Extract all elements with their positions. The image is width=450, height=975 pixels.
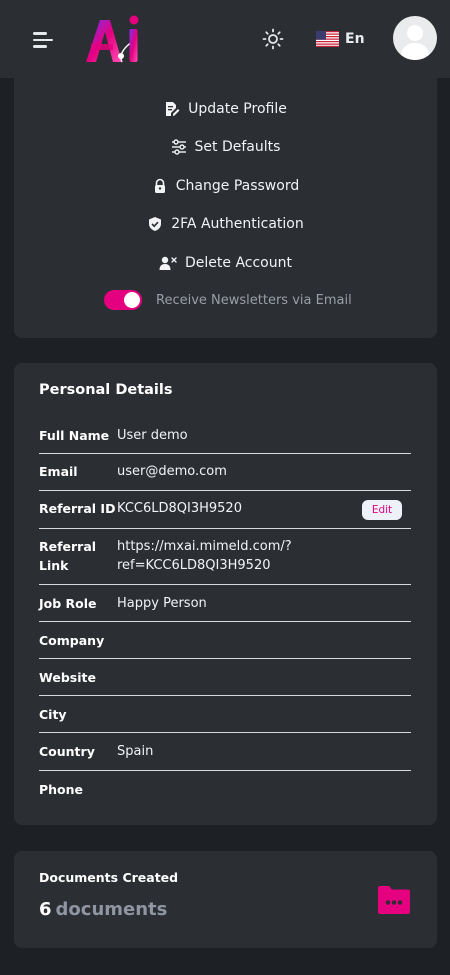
- 2fa-authentication-label: 2FA Authentication: [171, 216, 304, 232]
- row-label: Website: [39, 670, 96, 685]
- row-value: Spain: [117, 744, 154, 759]
- row-value: KCC6LD8QI3H9520: [117, 501, 242, 516]
- newsletter-label: Receive Newsletters via Email: [156, 292, 352, 308]
- update-profile-button[interactable]: Update Profile: [14, 97, 437, 121]
- detail-row-country: Country Spain: [39, 733, 411, 771]
- detail-row-full-name: Full Name User demo: [39, 420, 411, 454]
- delete-account-label: Delete Account: [185, 255, 292, 271]
- detail-row-job-role: Job Role Happy Person: [39, 585, 411, 622]
- account-menu-card: Update Profile Set Defaults Change Passw…: [14, 78, 437, 338]
- app-logo[interactable]: [82, 14, 142, 66]
- referral-link-value[interactable]: https://mxai.mimeld.com/?: [117, 537, 292, 556]
- edit-referral-button[interactable]: Edit: [362, 500, 402, 520]
- row-label: Full Name: [39, 428, 110, 443]
- personal-details-card: Personal Details Full Name User demo Ema…: [14, 363, 437, 825]
- row-value: User demo: [117, 428, 188, 443]
- lock-icon: [154, 178, 165, 193]
- row-label: Referral ID: [39, 501, 116, 516]
- detail-row-website: Website: [39, 659, 411, 696]
- row-label: Email: [39, 464, 78, 479]
- set-defaults-label: Set Defaults: [194, 139, 281, 155]
- user-avatar-icon[interactable]: [393, 16, 437, 60]
- row-label: Company: [39, 633, 105, 648]
- newsletter-toggle[interactable]: [104, 290, 142, 310]
- documents-count: 6 documents: [39, 899, 167, 920]
- detail-row-city: City: [39, 696, 411, 733]
- documents-count-unit: documents: [55, 899, 168, 920]
- detail-row-referral-id: Referral ID KCC6LD8QI3H9520 Edit: [39, 491, 411, 529]
- folder-icon[interactable]: [376, 885, 412, 915]
- us-flag-icon: [316, 31, 339, 47]
- row-value: user@demo.com: [117, 464, 227, 479]
- user-remove-icon: [159, 256, 177, 270]
- delete-account-button[interactable]: Delete Account: [14, 251, 437, 275]
- set-defaults-button[interactable]: Set Defaults: [14, 135, 437, 159]
- change-password-button[interactable]: Change Password: [14, 174, 437, 198]
- documents-title: Documents Created: [39, 870, 179, 885]
- row-label: City: [39, 707, 67, 722]
- referral-link-value[interactable]: ref=KCC6LD8QI3H9520: [117, 556, 271, 575]
- top-header: En: [0, 0, 450, 78]
- newsletter-row: Receive Newsletters via Email: [104, 290, 352, 310]
- row-label: Link: [39, 558, 69, 573]
- row-value: Happy Person: [117, 596, 207, 611]
- language-selector[interactable]: En: [316, 28, 365, 50]
- documents-card: Documents Created 6 documents: [14, 851, 437, 948]
- personal-details-title: Personal Details: [39, 382, 173, 398]
- documents-count-number: 6: [39, 899, 52, 920]
- sliders-icon: [171, 139, 186, 155]
- detail-row-referral-link: Referral Link https://mxai.mimeld.com/? …: [39, 529, 411, 585]
- 2fa-authentication-button[interactable]: 2FA Authentication: [14, 212, 437, 236]
- detail-row-company: Company: [39, 622, 411, 659]
- shield-check-icon: [149, 217, 162, 231]
- language-label: En: [345, 31, 365, 47]
- change-password-label: Change Password: [175, 178, 300, 194]
- detail-row-phone: Phone: [39, 771, 411, 809]
- hamburger-menu-icon[interactable]: [33, 31, 53, 49]
- row-label: Referral: [39, 539, 97, 554]
- edit-document-icon: [166, 102, 180, 116]
- update-profile-label: Update Profile: [188, 101, 287, 117]
- sun-icon[interactable]: [262, 28, 284, 50]
- row-label: Phone: [39, 782, 84, 797]
- detail-row-email: Email user@demo.com: [39, 454, 411, 491]
- row-label: Country: [39, 744, 95, 759]
- row-label: Job Role: [39, 596, 97, 611]
